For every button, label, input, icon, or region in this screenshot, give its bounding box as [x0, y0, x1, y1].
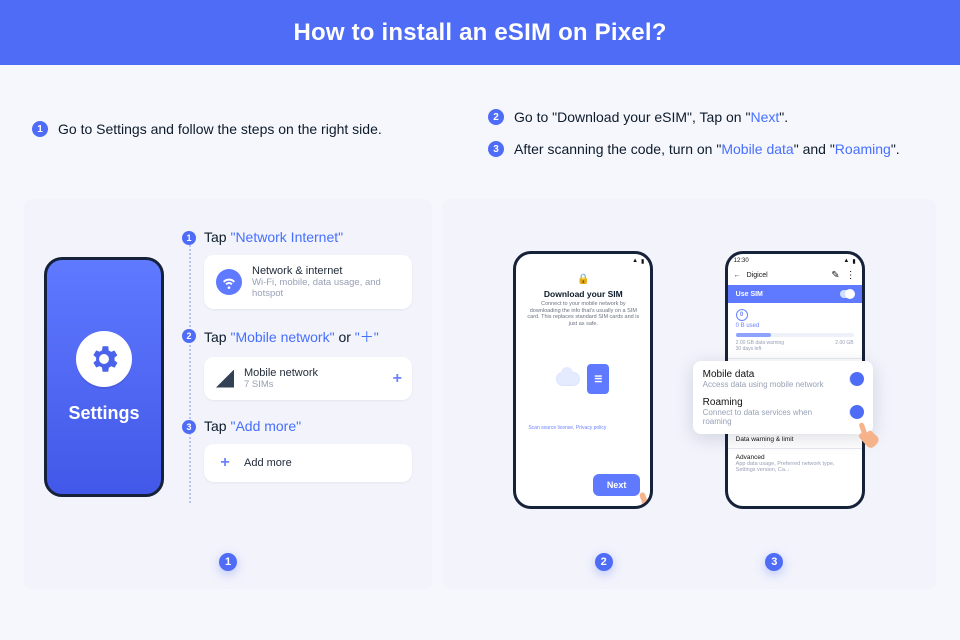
- status-bar: 12:30▲▮: [728, 254, 862, 268]
- back-icon[interactable]: ←: [734, 272, 741, 279]
- data-usage-block: 0 0 B used 2.00 GB data warning 30 days …: [728, 303, 862, 359]
- cloud-icon: [557, 373, 579, 385]
- plus-icon: +: [216, 454, 234, 472]
- network-internet-card[interactable]: Network & internet Wi-Fi, mobile, data u…: [204, 255, 412, 309]
- card-subtitle: Wi-Fi, mobile, data usage, and hotspot: [252, 277, 400, 299]
- settings-step-2: 2 Tap "Mobile network" or "＋" Mobile net…: [182, 327, 412, 400]
- panel-settings: Settings 1 Tap "Network Internet" Networ…: [24, 199, 432, 589]
- settings-label: Settings: [68, 403, 139, 424]
- card-title: Network & internet: [252, 265, 400, 277]
- roaming-toggle[interactable]: [849, 406, 863, 418]
- intro-right: 2 Go to "Download your eSIM", Tap on "Ne…: [488, 103, 936, 173]
- next-link: Next: [750, 109, 779, 125]
- panel-badge-2: 2: [595, 553, 613, 571]
- download-desc: Connect to your mobile network by downlo…: [526, 301, 640, 327]
- step-badge-3: 3: [488, 141, 504, 157]
- overlay-roaming[interactable]: Roaming Connect to data services when ro…: [703, 397, 863, 426]
- panels: Settings 1 Tap "Network Internet" Networ…: [24, 199, 936, 589]
- use-sim-toggle[interactable]: [840, 290, 854, 298]
- status-bar: ▲▮: [516, 254, 650, 268]
- pencil-icon[interactable]: ✎: [831, 270, 839, 281]
- intro-line-2: 2 Go to "Download your eSIM", Tap on "Ne…: [488, 109, 936, 125]
- step-badge-2: 2: [488, 109, 504, 125]
- gear-icon: [76, 331, 132, 387]
- mobile-network-card[interactable]: Mobile network 7 SIMs +: [204, 357, 412, 400]
- download-fineprint: Scan source license, Privacy policy: [526, 425, 640, 431]
- settings-step-1: 1 Tap "Network Internet" Network & inter…: [182, 229, 412, 309]
- card-title: Add more: [244, 457, 292, 469]
- intro-left: 1 Go to Settings and follow the steps on…: [32, 103, 448, 137]
- add-more-card[interactable]: + Add more: [204, 444, 412, 482]
- settings-step-3: 3 Tap "Add more" + Add more: [182, 418, 412, 482]
- intro-left-text: Go to Settings and follow the steps on t…: [58, 121, 382, 137]
- lock-icon: 🔒: [526, 274, 640, 285]
- download-title: Download your SIM: [526, 289, 640, 299]
- sim-header: ← Digicel ✎ ⋮: [728, 268, 862, 285]
- sim-chip-icon: ☰: [587, 364, 609, 394]
- step-badge-1: 1: [32, 121, 48, 137]
- panel-phones: ▲▮ 🔒 Download your SIM Connect to your m…: [442, 199, 936, 589]
- download-sim-phone: ▲▮ 🔒 Download your SIM Connect to your m…: [513, 251, 653, 509]
- advanced-row[interactable]: Advanced App data usage, Preferred netwo…: [728, 449, 862, 478]
- settings-steps: 1 Tap "Network Internet" Network & inter…: [182, 229, 412, 569]
- mobile-data-link: Mobile data: [721, 141, 793, 157]
- hero: How to install an eSIM on Pixel?: [0, 0, 960, 65]
- roaming-link: Roaming: [835, 141, 891, 157]
- intro-row: 1 Go to Settings and follow the steps on…: [32, 103, 936, 173]
- kebab-icon[interactable]: ⋮: [846, 270, 856, 281]
- intro-line-3-text: After scanning the code, turn on "Mobile…: [514, 141, 900, 157]
- carrier-name: Digicel: [747, 272, 768, 279]
- panel-badge-1: 1: [219, 553, 237, 571]
- card-subtitle: 7 SIMs: [244, 379, 318, 390]
- wifi-icon: [216, 269, 242, 295]
- intro-line-3: 3 After scanning the code, turn on "Mobi…: [488, 141, 936, 157]
- qr-illustration: ☰: [526, 333, 640, 425]
- signal-icon: [216, 370, 234, 388]
- toggle-overlay: Mobile data Access data using mobile net…: [693, 361, 873, 434]
- settings-phone: Settings: [44, 257, 164, 497]
- intro-line-2-text: Go to "Download your eSIM", Tap on "Next…: [514, 109, 788, 125]
- usage-badge: 0: [736, 309, 748, 321]
- panel-badge-3: 3: [765, 553, 783, 571]
- card-title: Mobile network: [244, 367, 318, 379]
- overlay-mobile-data[interactable]: Mobile data Access data using mobile net…: [703, 369, 863, 389]
- use-sim-row[interactable]: Use SIM: [728, 285, 862, 303]
- page-title: How to install an eSIM on Pixel?: [293, 19, 666, 47]
- plus-icon[interactable]: +: [393, 370, 402, 388]
- mobile-data-toggle[interactable]: [849, 373, 863, 385]
- content-sheet: 1 Go to Settings and follow the steps on…: [0, 65, 960, 640]
